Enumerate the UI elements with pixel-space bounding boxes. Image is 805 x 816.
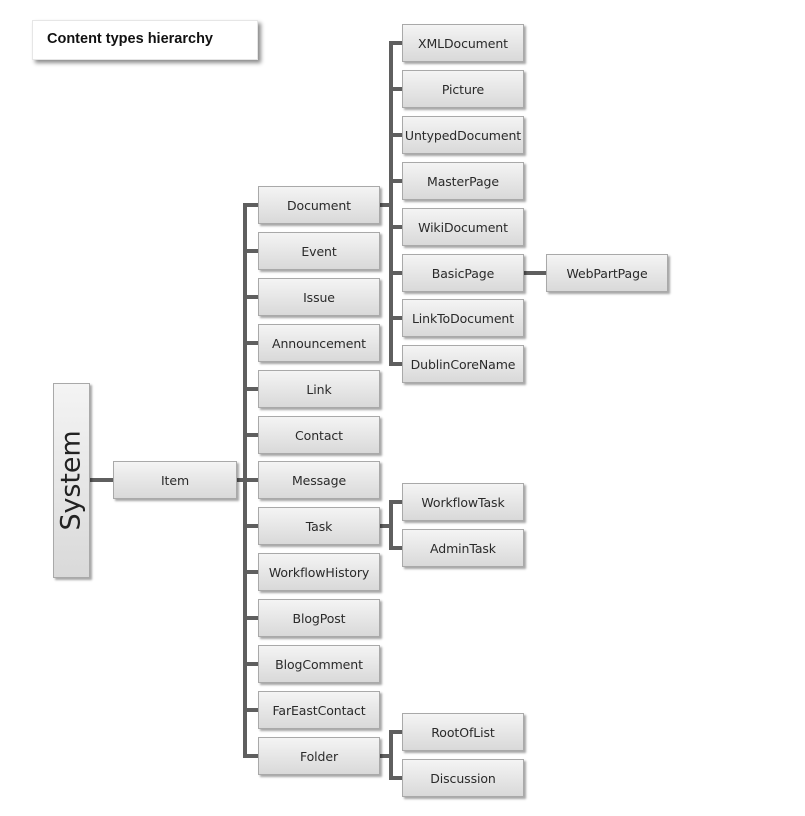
node-web-part-page: WebPartPage (546, 254, 668, 292)
node-label: RootOfList (431, 724, 495, 740)
node-label: Document (287, 197, 351, 213)
node-label: Link (306, 381, 332, 397)
node-untyped-document: UntypedDocument (402, 116, 524, 154)
node-workflow-task: WorkflowTask (402, 483, 524, 521)
node-label: BasicPage (431, 265, 495, 281)
node-label: WikiDocument (418, 219, 508, 235)
node-picture: Picture (402, 70, 524, 108)
node-label: Issue (303, 289, 335, 305)
node-basic-page: BasicPage (402, 254, 524, 292)
node-label: WebPartPage (566, 265, 648, 281)
node-label: BlogPost (292, 610, 346, 626)
node-label: WorkflowHistory (268, 564, 370, 580)
node-label: AdminTask (430, 540, 496, 556)
node-label: LinkToDocument (411, 310, 515, 326)
node-discussion: Discussion (402, 759, 524, 797)
node-link-to-document: LinkToDocument (402, 299, 524, 337)
node-label: BlogComment (275, 656, 363, 672)
node-label: XMLDocument (418, 35, 508, 51)
node-task: Task (258, 507, 380, 545)
node-folder: Folder (258, 737, 380, 775)
node-label: FarEastContact (272, 702, 366, 718)
node-announcement: Announcement (258, 324, 380, 362)
node-far-east-contact: FarEastContact (258, 691, 380, 729)
node-contact: Contact (258, 416, 380, 454)
node-label: Message (291, 472, 347, 488)
node-document: Document (258, 186, 380, 224)
node-label: DublinCoreName (410, 356, 516, 372)
node-label: WorkflowTask (421, 494, 505, 510)
node-label: Discussion (430, 770, 496, 786)
node-xmldocument: XMLDocument (402, 24, 524, 62)
node-label: Picture (441, 81, 485, 97)
node-label: Task (305, 518, 333, 534)
node-event: Event (258, 232, 380, 270)
node-master-page: MasterPage (402, 162, 524, 200)
node-label: Announcement (272, 335, 366, 351)
node-wiki-document: WikiDocument (402, 208, 524, 246)
node-label: Contact (295, 427, 343, 443)
node-label: Event (301, 243, 337, 259)
node-link: Link (258, 370, 380, 408)
node-label: Folder (299, 748, 339, 764)
node-system: System (53, 383, 90, 578)
node-root-of-list: RootOfList (402, 713, 524, 751)
node-system-label: System (56, 430, 87, 531)
node-label: UntypedDocument (404, 127, 522, 143)
node-admin-task: AdminTask (402, 529, 524, 567)
node-workflow-history: WorkflowHistory (258, 553, 380, 591)
node-item: Item (113, 461, 237, 499)
node-blog-comment: BlogComment (258, 645, 380, 683)
node-blog-post: BlogPost (258, 599, 380, 637)
node-dublin-core-name: DublinCoreName (402, 345, 524, 383)
node-label: MasterPage (427, 173, 499, 189)
node-message: Message (258, 461, 380, 499)
node-label: Item (160, 472, 190, 488)
node-issue: Issue (258, 278, 380, 316)
